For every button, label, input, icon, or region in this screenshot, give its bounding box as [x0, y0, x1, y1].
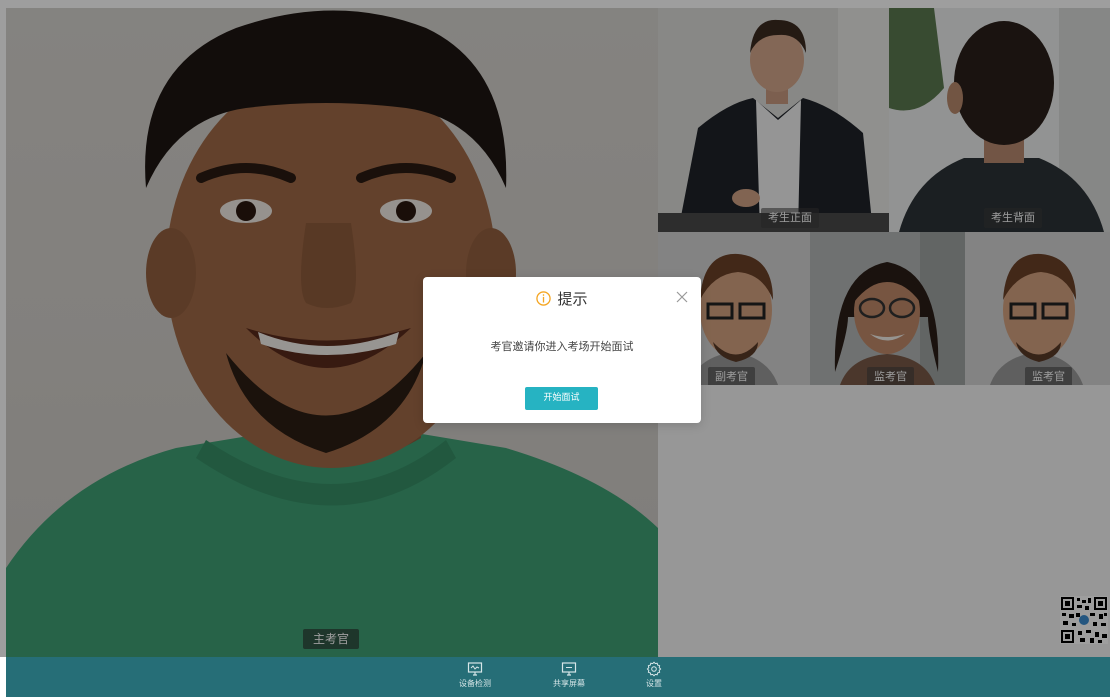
dialog-title-text: 提示	[557, 290, 588, 308]
share-screen-label: 共享屏幕	[553, 679, 585, 688]
share-screen-button[interactable]: 共享屏幕	[539, 657, 599, 697]
prompt-dialog: 提示 考官邀请你进入考场开始面试 开始面试	[423, 277, 701, 423]
gear-icon	[646, 661, 662, 677]
close-icon[interactable]	[675, 290, 689, 304]
monitor-check-icon	[467, 662, 483, 676]
dialog-title: 提示	[423, 289, 701, 309]
device-check-label: 设备检测	[459, 679, 491, 688]
bottom-toolbar: 设备检测 共享屏幕 设置	[6, 657, 1110, 697]
warning-icon	[536, 291, 552, 306]
settings-label: 设置	[646, 679, 662, 688]
start-interview-button[interactable]: 开始面试	[525, 387, 598, 410]
device-check-button[interactable]: 设备检测	[445, 657, 505, 697]
settings-button[interactable]: 设置	[624, 657, 684, 697]
share-screen-icon	[561, 662, 577, 676]
dialog-message: 考官邀请你进入考场开始面试	[490, 340, 634, 353]
